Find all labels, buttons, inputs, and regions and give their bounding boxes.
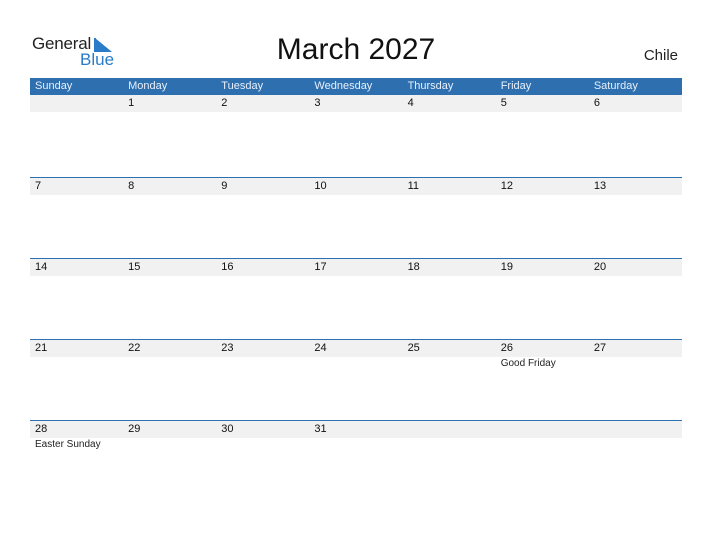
weekday-wednesday: Wednesday: [314, 80, 373, 92]
day-number: 11: [407, 180, 419, 192]
weekday-friday: Friday: [500, 80, 532, 92]
weekday-header-row: Sunday Monday Tuesday Wednesday Thursday…: [30, 78, 682, 95]
day-number: [589, 421, 682, 438]
holiday-label: [589, 438, 682, 451]
day-number: 29: [128, 423, 141, 435]
weekday-monday: Monday: [128, 80, 168, 92]
day-number: 19: [500, 261, 513, 273]
holiday-label: [403, 438, 496, 451]
day-number: 23: [221, 342, 234, 354]
day-number: 31: [314, 423, 327, 435]
day-number: [496, 421, 589, 438]
week-row: 7 8 9 10 11 12 13: [30, 177, 682, 258]
week-row: 28 29 30 31 Easter Sunday: [30, 420, 682, 501]
calendar-title: March 2027: [276, 33, 436, 66]
day-number: 9: [221, 180, 228, 192]
holiday-label: [589, 357, 682, 370]
day-number: 1: [128, 97, 135, 109]
calendar-grid: Sunday Monday Tuesday Wednesday Thursday…: [30, 78, 682, 501]
holiday-label: Easter Sunday: [35, 439, 101, 450]
date-strip: 7 8 9 10 11 12 13: [30, 178, 682, 195]
day-number: 18: [407, 261, 420, 273]
day-number: 26: [500, 342, 513, 354]
date-strip: 21 22 23 24 25 26 27: [30, 340, 682, 357]
holiday-label: [309, 357, 402, 370]
day-number: 27: [593, 342, 607, 354]
holiday-label: [403, 357, 496, 370]
day-number: 2: [221, 97, 228, 109]
events-row: Good Friday: [30, 357, 682, 370]
date-strip: 1 2 3 4 5 6: [30, 95, 682, 112]
day-number: [403, 421, 496, 438]
date-strip: 14 15 16 17 18 19 20: [30, 259, 682, 276]
day-number: 20: [593, 261, 607, 273]
holiday-label: [496, 438, 589, 451]
day-number: 16: [221, 261, 234, 273]
day-number: 6: [593, 97, 600, 109]
weekday-saturday: Saturday: [593, 80, 638, 92]
holiday-label: [30, 357, 123, 370]
weekday-thursday: Thursday: [407, 80, 454, 92]
date-strip: 28 29 30 31: [30, 421, 682, 438]
day-number: 25: [407, 342, 420, 354]
weekday-sunday: Sunday: [35, 80, 73, 92]
holiday-label: [123, 357, 216, 370]
day-number: 3: [314, 97, 321, 109]
day-number: 8: [128, 180, 135, 192]
holiday-label: [123, 438, 216, 451]
day-number: 12: [500, 180, 513, 192]
day-number: 24: [314, 342, 327, 354]
holiday-label: [309, 438, 402, 451]
country-label: Chile: [643, 47, 678, 64]
day-number: 30: [221, 423, 234, 435]
day-number: 10: [314, 180, 327, 192]
holiday-label: [216, 357, 309, 370]
day-number: 28: [35, 423, 48, 435]
day-number: 4: [407, 97, 414, 109]
week-row: 21 22 23 24 25 26 27 Good Friday: [30, 339, 682, 420]
day-number: 15: [128, 261, 141, 273]
week-row: 1 2 3 4 5 6: [30, 95, 682, 177]
day-number: [30, 95, 123, 112]
day-number: 13: [593, 180, 607, 192]
week-row: 14 15 16 17 18 19 20: [30, 258, 682, 339]
holiday-label: Good Friday: [500, 358, 556, 369]
weekday-tuesday: Tuesday: [221, 80, 264, 92]
day-number: 5: [500, 97, 507, 109]
day-number: 22: [128, 342, 141, 354]
holiday-label: [216, 438, 309, 451]
events-row: Easter Sunday: [30, 438, 682, 451]
day-number: 17: [314, 261, 327, 273]
day-number: 21: [35, 342, 48, 354]
day-number: 14: [35, 261, 48, 273]
day-number: 7: [35, 180, 42, 192]
